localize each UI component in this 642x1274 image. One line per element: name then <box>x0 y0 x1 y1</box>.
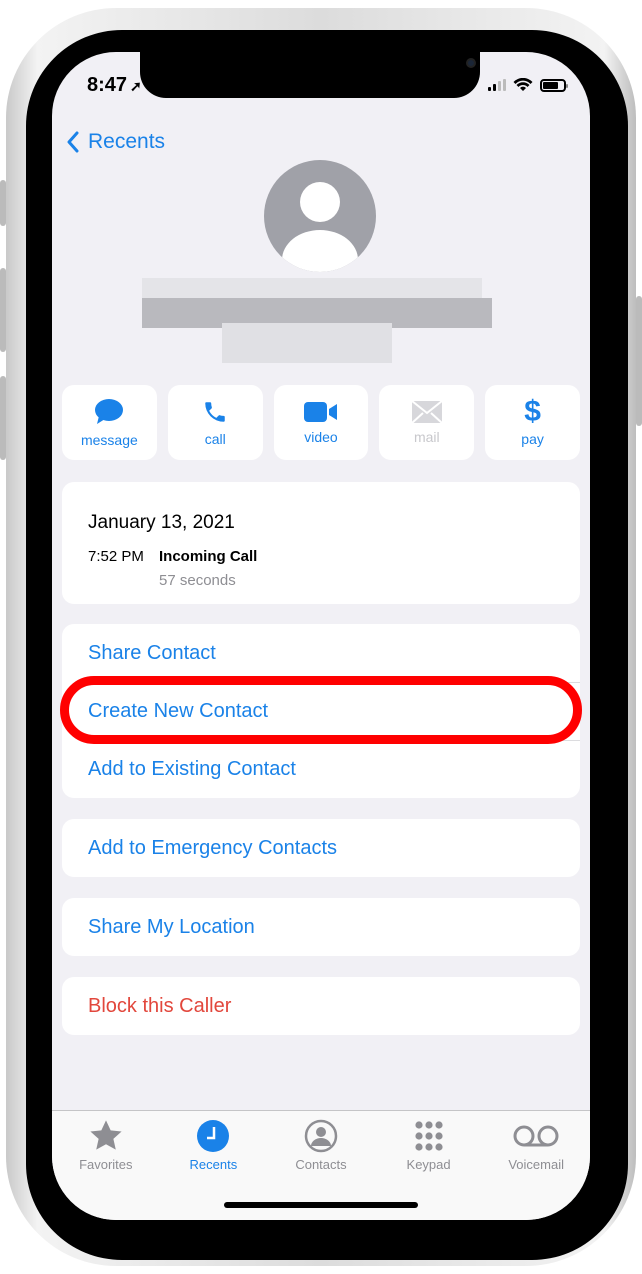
share-contact-button[interactable]: Share Contact <box>62 624 580 682</box>
share-my-location-button[interactable]: Share My Location <box>62 898 580 956</box>
wifi-icon <box>513 78 533 91</box>
block-caller-button[interactable]: Block this Caller <box>62 977 580 1035</box>
phone-icon <box>205 401 225 422</box>
video-button[interactable]: video <box>273 385 369 460</box>
block-group: Block this Caller <box>62 977 580 1035</box>
message-bubble-icon <box>95 398 124 424</box>
camera-icon <box>466 58 476 68</box>
location-group: Share My Location <box>62 898 580 956</box>
back-label: Recents <box>88 130 166 153</box>
message-button[interactable]: message <box>62 385 157 460</box>
call-log-card: January 13, 2021 7:52 PM Incoming Call 5… <box>62 482 580 604</box>
person-silhouette-icon <box>264 160 376 272</box>
add-to-emergency-contacts-button[interactable]: Add to Emergency Contacts <box>62 819 580 877</box>
mail-button[interactable]: mail <box>379 385 475 460</box>
star-icon <box>90 1120 122 1150</box>
emergency-group: Add to Emergency Contacts <box>62 819 580 877</box>
tab-favorites[interactable]: Favorites <box>52 1111 160 1220</box>
side-button <box>636 296 642 426</box>
video-camera-icon <box>303 401 337 422</box>
envelope-icon <box>411 400 442 423</box>
status-time: 8:47 ➚ <box>87 74 142 96</box>
call-date: January 13, 2021 <box>88 512 235 533</box>
action-buttons: message call video mail $ pay <box>62 385 580 460</box>
mute-switch <box>0 180 6 226</box>
location-arrow-icon: ➚ <box>130 78 142 94</box>
dollar-icon: $ <box>524 394 541 428</box>
keypad-icon <box>414 1121 443 1151</box>
cellular-signal-icon <box>488 79 506 91</box>
screen: 8:47 ➚ Recents message call video mail $… <box>52 52 590 1220</box>
call-button[interactable]: call <box>167 385 263 460</box>
notch <box>140 52 480 98</box>
call-time: 7:52 PM <box>88 548 144 565</box>
voicemail-icon <box>513 1125 559 1147</box>
volume-down-button <box>0 376 6 460</box>
add-to-existing-contact-button[interactable]: Add to Existing Contact <box>62 740 580 798</box>
status-icons <box>488 78 568 92</box>
back-button[interactable]: Recents <box>66 130 165 154</box>
battery-icon <box>540 78 568 92</box>
create-new-contact-button[interactable]: Create New Contact <box>62 682 580 740</box>
clock-icon <box>197 1120 230 1152</box>
tab-voicemail[interactable]: Voicemail <box>482 1111 590 1220</box>
home-indicator[interactable] <box>224 1202 418 1208</box>
call-type: Incoming Call <box>159 548 258 565</box>
call-duration: 57 seconds <box>159 572 236 589</box>
contact-name-redacted <box>122 268 502 366</box>
chevron-left-icon <box>67 131 79 153</box>
volume-up-button <box>0 268 6 352</box>
contact-options-group: Share Contact Create New Contact Add to … <box>62 624 580 798</box>
pay-button[interactable]: $ pay <box>485 385 580 460</box>
person-circle-icon <box>304 1119 338 1153</box>
